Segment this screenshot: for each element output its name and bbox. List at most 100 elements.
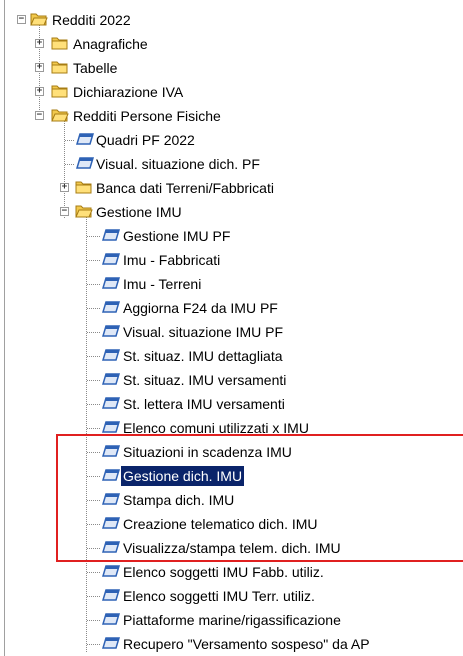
- tree-item-label: Redditi 2022: [52, 12, 131, 28]
- tree-connector: [87, 380, 100, 381]
- tree-item-label: Stampa dich. IMU: [123, 492, 235, 508]
- tree-item-label: Tabelle: [73, 60, 118, 76]
- collapse-toggle-icon[interactable]: −: [35, 111, 44, 120]
- tree-connector: [87, 500, 100, 501]
- collapse-toggle-icon[interactable]: −: [60, 207, 69, 216]
- tree-folder[interactable]: + Tabelle: [0, 56, 463, 80]
- tree-program-item[interactable]: Creazione telematico dich. IMU: [0, 512, 463, 536]
- tree-connector: [87, 260, 100, 261]
- tree-program-item[interactable]: Gestione IMU PF: [0, 224, 463, 248]
- tree-program-item[interactable]: Visualizza/stampa telem. dich. IMU: [0, 536, 463, 560]
- tree-item-label: Gestione IMU PF: [123, 228, 231, 244]
- tree-program-item[interactable]: Elenco comuni utilizzati x IMU: [0, 416, 463, 440]
- tree-item-label: Imu - Fabbricati: [123, 252, 221, 268]
- folder-icon: [51, 59, 69, 78]
- tree-item-label: Redditi Persone Fisiche: [73, 108, 221, 124]
- tree-item-label: Gestione IMU: [96, 204, 182, 220]
- tree-connector: [87, 572, 100, 573]
- collapse-toggle-icon[interactable]: −: [17, 15, 26, 24]
- program-icon: [101, 539, 121, 558]
- tree-item-label: Recupero "Versamento sospeso" da AP: [123, 636, 370, 652]
- tree-connector: [87, 356, 100, 357]
- tree-item-label: Creazione telematico dich. IMU: [123, 516, 318, 532]
- tree-connector: [87, 476, 100, 477]
- tree-item-label: Banca dati Terreni/Fabbricati: [96, 180, 274, 196]
- tree-program-item[interactable]: St. situaz. IMU versamenti: [0, 368, 463, 392]
- tree-connector: [87, 404, 100, 405]
- program-icon: [101, 611, 121, 630]
- tree-program-item[interactable]: Elenco soggetti IMU Fabb. utiliz.: [0, 560, 463, 584]
- program-icon: [101, 371, 121, 390]
- expand-toggle-icon[interactable]: +: [35, 87, 44, 96]
- program-icon: [101, 347, 121, 366]
- tree-program-item[interactable]: Visual. situazione IMU PF: [0, 320, 463, 344]
- tree-program-item[interactable]: St. situaz. IMU dettagliata: [0, 344, 463, 368]
- tree-item-label: Dichiarazione IVA: [73, 84, 184, 100]
- program-icon: [75, 155, 95, 174]
- tree-item-label: Elenco soggetti IMU Fabb. utiliz.: [123, 564, 324, 580]
- tree-connector: [87, 428, 100, 429]
- folder-icon: [51, 83, 69, 102]
- program-icon: [101, 563, 121, 582]
- tree-program-item[interactable]: Aggiorna F24 da IMU PF: [0, 296, 463, 320]
- expand-toggle-icon[interactable]: +: [35, 63, 44, 72]
- tree-program-item[interactable]: Recupero "Versamento sospeso" da AP: [0, 632, 463, 656]
- tree-item-label: St. lettera IMU versamenti: [123, 396, 285, 412]
- program-icon: [101, 491, 121, 510]
- tree-connector: [87, 284, 100, 285]
- tree-connector: [87, 332, 100, 333]
- program-icon: [101, 275, 121, 294]
- tree-folder[interactable]: − Gestione IMU: [0, 200, 463, 224]
- program-icon: [101, 419, 121, 438]
- tree-connector: [87, 620, 100, 621]
- tree-connector: [65, 140, 74, 141]
- folder-open-icon: [75, 203, 93, 222]
- tree-item-label: Piattaforme marine/rigassificazione: [123, 612, 341, 628]
- program-icon: [101, 251, 121, 270]
- tree-program-item[interactable]: Quadri PF 2022: [0, 128, 463, 152]
- program-icon: [101, 395, 121, 414]
- folder-open-icon: [30, 11, 48, 30]
- tree-item-label: Situazioni in scadenza IMU: [123, 444, 292, 460]
- tree-item-label: Visual. situazione dich. PF: [96, 156, 260, 172]
- program-icon: [101, 635, 121, 654]
- program-icon: [101, 587, 121, 606]
- tree-view: − Redditi 2022 + Anagrafiche + Tabelle + Dichia…: [0, 0, 463, 656]
- expand-toggle-icon[interactable]: +: [60, 183, 69, 192]
- tree-folder[interactable]: + Anagrafiche: [0, 32, 463, 56]
- tree-connector: [87, 548, 100, 549]
- tree-program-item[interactable]: Situazioni in scadenza IMU: [0, 440, 463, 464]
- tree-folder[interactable]: + Dichiarazione IVA: [0, 80, 463, 104]
- folder-open-icon: [51, 107, 69, 126]
- tree-folder[interactable]: − Redditi Persone Fisiche: [0, 104, 463, 128]
- tree-connector: [87, 644, 100, 645]
- program-icon: [75, 131, 95, 150]
- tree-connector: [87, 452, 100, 453]
- tree-program-item[interactable]: Stampa dich. IMU: [0, 488, 463, 512]
- program-icon: [101, 443, 121, 462]
- tree-item-label: Imu - Terreni: [123, 276, 202, 292]
- tree-program-item[interactable]: Imu - Terreni: [0, 272, 463, 296]
- expand-toggle-icon[interactable]: +: [35, 39, 44, 48]
- tree-program-item[interactable]: Imu - Fabbricati: [0, 248, 463, 272]
- tree-program-item[interactable]: Piattaforme marine/rigassificazione: [0, 608, 463, 632]
- tree-item-label: St. situaz. IMU dettagliata: [123, 348, 283, 364]
- program-icon: [101, 467, 121, 486]
- tree-root[interactable]: − Redditi 2022: [0, 8, 463, 32]
- tree-program-item[interactable]: Gestione dich. IMU: [0, 464, 463, 488]
- tree-item-label: Visual. situazione IMU PF: [123, 324, 284, 340]
- tree-connector: [87, 308, 100, 309]
- tree-item-label: Quadri PF 2022: [96, 132, 195, 148]
- tree-item-label: Gestione dich. IMU: [119, 465, 246, 487]
- folder-icon: [75, 179, 93, 198]
- tree-connector: [65, 164, 74, 165]
- program-icon: [101, 227, 121, 246]
- tree-folder[interactable]: + Banca dati Terreni/Fabbricati: [0, 176, 463, 200]
- tree-program-item[interactable]: Elenco soggetti IMU Terr. utiliz.: [0, 584, 463, 608]
- folder-icon: [51, 35, 69, 54]
- tree-connector: [87, 524, 100, 525]
- tree-program-item[interactable]: Visual. situazione dich. PF: [0, 152, 463, 176]
- program-icon: [101, 515, 121, 534]
- tree-connector: [87, 236, 100, 237]
- tree-program-item[interactable]: St. lettera IMU versamenti: [0, 392, 463, 416]
